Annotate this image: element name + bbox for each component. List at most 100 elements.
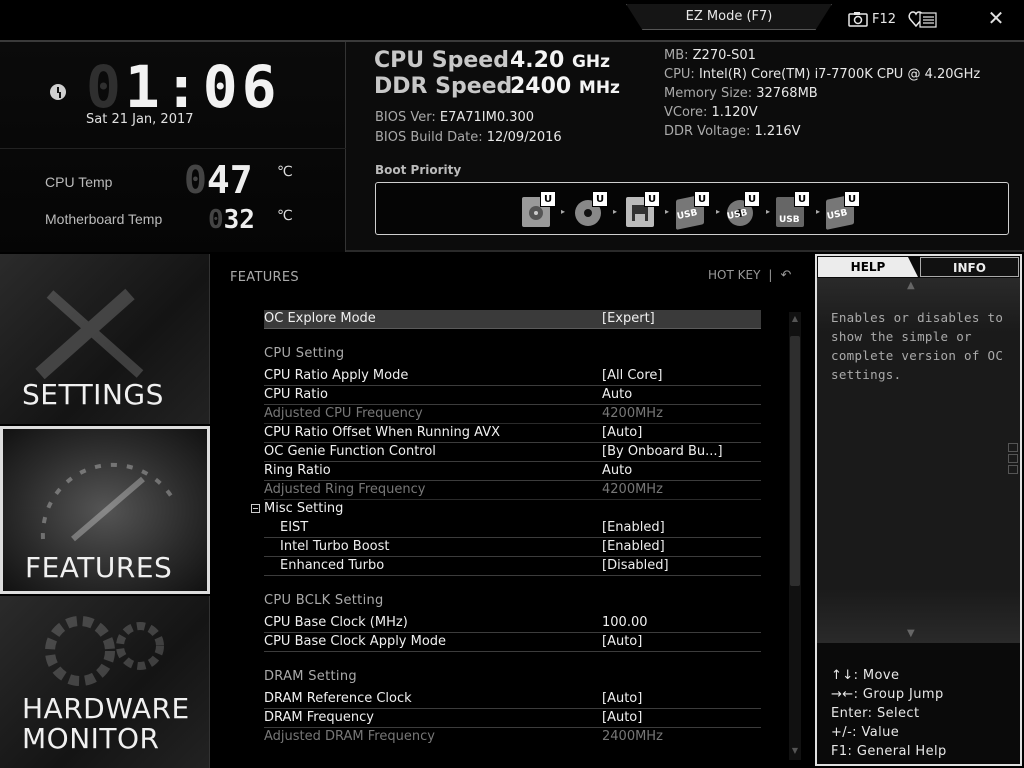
ez-mode-button[interactable]: EZ Mode (F7)	[626, 4, 832, 30]
nav-settings[interactable]: SETTINGS	[0, 254, 210, 424]
cpu-speed-label: CPU Speed	[374, 48, 509, 73]
system-date: Sat 21 Jan, 2017	[86, 112, 194, 127]
scroll-thumb[interactable]	[790, 336, 800, 586]
usb-key-label: USB	[779, 215, 800, 225]
tools-icon	[35, 288, 144, 380]
setting-row[interactable]: Enhanced Turbo [Disabled]	[264, 557, 761, 576]
nav-hardware-monitor[interactable]: HARDWARE MONITOR	[0, 596, 210, 768]
page-title: FEATURES	[230, 270, 299, 285]
cpu-speed-value: 4.20 GHz	[510, 48, 611, 73]
system-clock: 01:06	[86, 53, 281, 121]
clock-icon	[50, 84, 66, 100]
nav-features[interactable]: FEATURES	[0, 426, 210, 594]
boot-arrow-icon: ▸	[613, 207, 618, 216]
nav-features-label: FEATURES	[25, 551, 173, 584]
help-text: Enables or disables to show the simple o…	[831, 310, 1004, 382]
setting-row[interactable]: CPU Base Clock (MHz) 100.00	[264, 614, 761, 633]
key-hint: →←: Group Jump	[831, 687, 944, 702]
key-hint: F1: General Help	[831, 744, 947, 759]
setting-row[interactable]: CPU Ratio Apply Mode [All Core]	[264, 367, 761, 386]
tab-info[interactable]: INFO	[920, 257, 1019, 277]
setting-row[interactable]: CPU Ratio Auto	[264, 386, 761, 405]
panel-resize-handles[interactable]	[1008, 443, 1020, 476]
boot-priority-bar: U ▸ U ▸ U ▸ USB U ▸ USB U ▸ USB U ▸ USB …	[375, 182, 1009, 235]
nav-settings-label: SETTINGS	[22, 378, 164, 411]
boot-arrow-icon: ▸	[716, 207, 721, 216]
nav-hardware-monitor-label: HARDWARE MONITOR	[22, 692, 190, 755]
settings-scrollbar[interactable]: ▲ ▼	[789, 312, 801, 760]
bios-version: BIOS Ver: E7A71IM0.300	[375, 110, 535, 125]
gear-icon	[45, 616, 164, 686]
gauge-icon	[40, 462, 175, 542]
ddr-speed-value: 2400 MHz	[510, 74, 620, 99]
handle-icon[interactable]	[1008, 454, 1018, 463]
top-icons: F12	[848, 8, 938, 30]
status-area: 01:06 Sat 21 Jan, 2017 CPU Temp 047 ℃ Mo…	[0, 40, 1024, 252]
boot-arrow-icon: ▸	[561, 207, 566, 216]
scroll-up-icon[interactable]: ▲	[790, 314, 800, 324]
screenshot-key-label[interactable]: F12	[872, 12, 896, 27]
mb-temp-label: Motherboard Temp	[45, 211, 163, 227]
hotkey-separator: |	[768, 268, 773, 282]
top-bar: EZ Mode (F7) F12 ✕	[0, 0, 1024, 40]
key-hint: Enter: Select	[831, 706, 920, 721]
boot-device-usb-key[interactable]: USB U	[776, 191, 810, 227]
setting-row-readonly: Adjusted DRAM Frequency 2400MHz	[264, 729, 663, 744]
key-hint: +/-: Value	[831, 725, 900, 740]
setting-row-readonly: Adjusted Ring Frequency 4200MHz	[264, 481, 761, 500]
help-panel: HELP INFO ▲ Enables or disables to show …	[815, 254, 1022, 766]
favorites-icon[interactable]	[908, 9, 938, 29]
setting-row[interactable]: DRAM Reference Clock [Auto]	[264, 690, 761, 709]
key-hint: ↑↓: Move	[831, 668, 900, 683]
back-icon[interactable]: ↶	[780, 268, 791, 283]
help-scroll-up-icon[interactable]: ▲	[907, 280, 915, 291]
handle-icon[interactable]	[1008, 443, 1018, 452]
setting-row[interactable]: CPU Base Clock Apply Mode [Auto]	[264, 633, 761, 652]
cpu-setting-header: CPU Setting	[264, 346, 345, 361]
boot-device-optical[interactable]: U	[574, 191, 608, 227]
boot-device-floppy[interactable]: U	[626, 191, 660, 227]
boot-arrow-icon: ▸	[816, 207, 821, 216]
scroll-down-icon[interactable]: ▼	[790, 746, 800, 756]
setting-row[interactable]: CPU Ratio Offset When Running AVX [Auto]	[264, 424, 761, 443]
mb-model: MB: Z270-S01	[664, 48, 756, 63]
boot-arrow-icon: ▸	[766, 207, 771, 216]
bclk-setting-header: CPU BCLK Setting	[264, 593, 384, 608]
mb-temp-unit: ℃	[277, 208, 293, 224]
help-body[interactable]: ▲ Enables or disables to show the simple…	[817, 278, 1020, 643]
dram-setting-header: DRAM Setting	[264, 669, 357, 684]
features-panel: FEATURES HOT KEY | ↶ OC Explore Mode [Exper…	[212, 254, 812, 768]
cpu-temp-label: CPU Temp	[45, 174, 113, 190]
vcore: VCore: 1.120V	[664, 105, 758, 120]
mb-temp-value: 032	[208, 205, 255, 235]
boot-device-usb-floppy[interactable]: USB U	[826, 191, 860, 230]
camera-icon[interactable]	[848, 11, 868, 27]
tab-help[interactable]: HELP	[818, 257, 918, 277]
setting-row[interactable]: EIST [Enabled]	[264, 519, 761, 538]
ddr-speed-label: DDR Speed	[374, 74, 513, 99]
setting-row[interactable]: OC Genie Function Control [By Onboard Bu.…	[264, 443, 761, 462]
cpu-temp-value: 047	[184, 158, 253, 202]
ddr-voltage: DDR Voltage: 1.216V	[664, 124, 801, 139]
status-left: 01:06 Sat 21 Jan, 2017 CPU Temp 047 ℃ Mo…	[0, 42, 346, 252]
handle-icon[interactable]	[1008, 465, 1018, 474]
hotkey-button[interactable]: HOT KEY	[708, 268, 760, 282]
close-icon[interactable]: ✕	[985, 7, 1007, 29]
collapse-icon[interactable]	[251, 504, 260, 513]
boot-priority-label: Boot Priority	[375, 163, 462, 177]
misc-setting-toggle[interactable]: Misc Setting	[251, 500, 761, 519]
divider	[0, 148, 346, 149]
bios-build-date: BIOS Build Date: 12/09/2016	[375, 130, 562, 145]
boot-arrow-icon: ▸	[665, 207, 670, 216]
setting-row[interactable]: Intel Turbo Boost [Enabled]	[264, 538, 761, 557]
setting-row[interactable]: DRAM Frequency [Auto]	[264, 709, 761, 728]
key-legend: ↑↓: Move →←: Group Jump Enter: Select +/…	[831, 666, 947, 761]
boot-device-hdd[interactable]: U	[522, 191, 556, 227]
oc-explore-mode-row[interactable]: OC Explore Mode [Expert]	[264, 310, 761, 329]
boot-device-usb-cd[interactable]: USB U	[726, 191, 760, 227]
boot-device-usb-hdd[interactable]: USB U	[676, 191, 710, 230]
help-scroll-down-icon[interactable]: ▼	[907, 628, 915, 639]
memory-size: Memory Size: 32768MB	[664, 86, 818, 101]
hotkey-area: HOT KEY | ↶	[708, 268, 791, 283]
setting-row[interactable]: Ring Ratio Auto	[264, 462, 761, 481]
